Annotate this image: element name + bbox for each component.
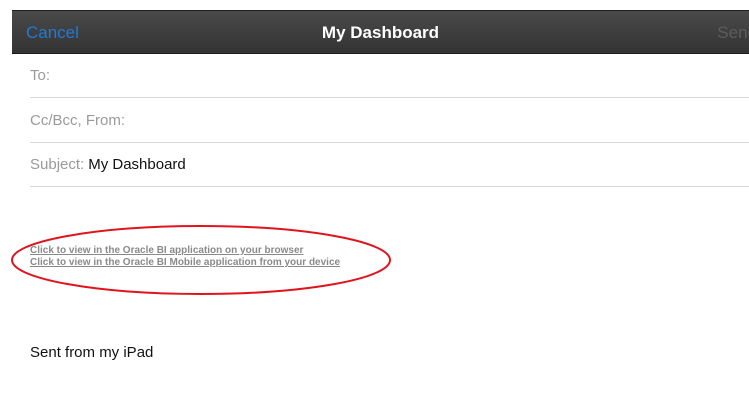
- subject-value[interactable]: My Dashboard: [88, 156, 186, 173]
- oracle-bi-browser-link[interactable]: Click to view in the Oracle BI applicati…: [30, 245, 340, 257]
- oracle-bi-mobile-link[interactable]: Click to view in the Oracle BI Mobile ap…: [30, 257, 340, 269]
- mail-compose-screen: Cancel My Dashboard Send To: Cc/Bcc, Fro…: [0, 0, 749, 396]
- email-signature: Sent from my iPad: [30, 344, 154, 361]
- subject-label: Subject:: [30, 156, 85, 173]
- message-links: Click to view in the Oracle BI applicati…: [30, 245, 340, 269]
- cc-bcc-from-label: Cc/Bcc, From:: [30, 112, 126, 129]
- send-button[interactable]: Send: [717, 23, 749, 43]
- to-label: To:: [30, 67, 51, 84]
- navigation-bar: Cancel My Dashboard Send: [12, 10, 749, 54]
- to-field[interactable]: To:: [30, 54, 749, 98]
- cc-bcc-from-field[interactable]: Cc/Bcc, From:: [30, 99, 749, 143]
- subject-field[interactable]: Subject: My Dashboard: [30, 143, 749, 187]
- page-title: My Dashboard: [321, 23, 440, 42]
